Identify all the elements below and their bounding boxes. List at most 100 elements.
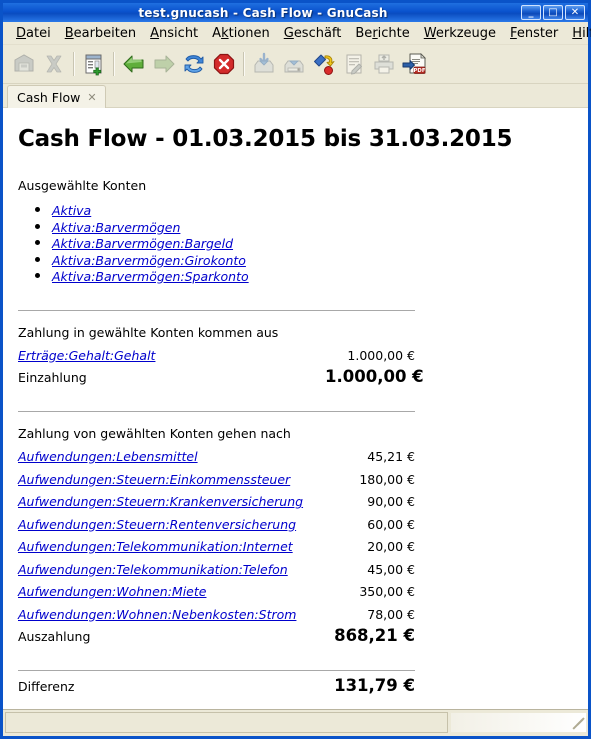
status-right-pane (451, 713, 586, 732)
toolbar-save-as-button[interactable] (279, 48, 309, 80)
save-as-icon (282, 52, 306, 76)
outflow-amount-cell: 78,00 € (367, 606, 415, 622)
menu-berichte-post: ichte (377, 25, 410, 41)
table-row: Aufwendungen:Lebensmittel 45,21 € (18, 446, 415, 469)
menu-werkzeuge[interactable]: Werkzeuge (417, 24, 503, 43)
menu-geschaeft-mnemonic: G (283, 25, 294, 41)
outflow-account-cell: Aufwendungen:Steuern:Krankenversicherung (18, 491, 325, 514)
maximize-button[interactable]: □ (543, 5, 563, 20)
menu-berichte[interactable]: Berichte (348, 24, 416, 43)
inflow-table: Erträge:Gehalt:Gehalt 1.000,00 € Einzahl… (18, 345, 424, 398)
close-button[interactable]: ✕ (565, 5, 585, 20)
outflow-total-row: Auszahlung 868,21 € (18, 626, 415, 656)
account-link[interactable]: Aufwendungen:Wohnen:Nebenkosten:Strom (18, 607, 296, 622)
table-row: Aufwendungen:Telekommunikation:Telefon 4… (18, 559, 415, 582)
account-link[interactable]: Aufwendungen:Telekommunikation:Internet (18, 539, 293, 554)
close-icon (43, 53, 65, 75)
divider-3-wrap (18, 670, 415, 671)
window-controls: _ □ ✕ (521, 5, 586, 20)
outflow-amount-cell: 45,21 € (367, 449, 415, 464)
svg-text:PDF: PDF (414, 68, 426, 74)
menu-ansicht-mnemonic: A (150, 25, 160, 41)
menu-geschaeft-post: eschäft (293, 25, 342, 41)
report-options-icon (312, 52, 336, 76)
account-link[interactable]: Aktiva:Barvermögen (52, 220, 180, 235)
report-view: Cash Flow - 01.03.2015 bis 31.03.2015 Au… (3, 108, 588, 709)
resize-grip-icon[interactable] (572, 717, 585, 731)
account-link[interactable]: Aufwendungen:Lebensmittel (18, 449, 198, 464)
menu-werkzeuge-mnemonic: W (423, 25, 436, 41)
minimize-button[interactable]: _ (521, 5, 541, 20)
selected-accounts-label: Ausgewählte Konten (18, 178, 147, 193)
inflow-total-amount: 1.000,00 € (325, 367, 424, 386)
inflow-heading: Zahlung in gewählte Konten kommen aus (18, 324, 279, 340)
toolbar-edit-report-button[interactable] (339, 48, 369, 80)
toolbar-reload-button[interactable] (179, 48, 209, 80)
toolbar-separator-2 (113, 52, 115, 76)
divider-1 (18, 309, 415, 311)
menu-aktionen[interactable]: Aktionen (205, 24, 277, 43)
edit-report-icon (342, 52, 366, 76)
back-arrow-icon (122, 53, 146, 75)
outflow-amount-cell: 180,00 € (359, 471, 415, 487)
list-item: Aktiva:Barvermögen (52, 219, 415, 236)
divider-1-wrap (18, 309, 415, 311)
menu-aktionen-post: tionen (228, 25, 270, 41)
account-link[interactable]: Aktiva:Barvermögen:Bargeld (52, 236, 233, 251)
account-link[interactable]: Aktiva:Barvermögen:Girokonto (52, 253, 246, 268)
account-link[interactable]: Aufwendungen:Steuern:Krankenversicherung (18, 494, 303, 509)
tab-close-icon[interactable]: ✕ (87, 92, 96, 103)
account-link[interactable]: Erträge:Gehalt:Gehalt (18, 348, 155, 363)
toolbar-back-button[interactable] (119, 48, 149, 80)
toolbar-stop-button[interactable] (209, 48, 239, 80)
outflow-account-cell: Aufwendungen:Steuern:Rentenversicherung (18, 514, 325, 537)
account-link[interactable]: Aufwendungen:Telekommunikation:Telefon (18, 562, 288, 577)
table-row: Aufwendungen:Steuern:Krankenversicherung… (18, 491, 415, 514)
account-link[interactable]: Aufwendungen:Wohnen:Miete (18, 584, 206, 599)
account-link[interactable]: Aktiva (52, 203, 91, 218)
account-link[interactable]: Aufwendungen:Steuern:Einkommenssteuer (18, 472, 290, 487)
table-row: Aufwendungen:Steuern:Rentenversicherung … (18, 514, 415, 537)
outflow-account-cell: Aufwendungen:Wohnen:Miete (18, 581, 325, 604)
tab-cash-flow[interactable]: Cash Flow ✕ (7, 85, 106, 108)
window-title: test.gnucash - Cash Flow - GnuCash (138, 5, 388, 20)
menu-aktionen-mnemonic: k (221, 25, 229, 41)
menu-hilfe[interactable]: Hilfe (565, 24, 591, 43)
list-item: Aktiva:Barvermögen:Sparkonto (52, 268, 415, 285)
account-link[interactable]: Aktiva:Barvermögen:Sparkonto (52, 269, 249, 284)
table-row: Aufwendungen:Steuern:Einkommenssteuer 18… (18, 469, 415, 492)
selected-accounts-list: Aktiva Aktiva:Barvermögen Aktiva:Barverm… (18, 202, 415, 285)
menu-geschaeft[interactable]: Geschäft (277, 24, 349, 43)
toolbar-export-pdf-button[interactable]: PDF (399, 48, 429, 80)
outflow-account-cell: Aufwendungen:Lebensmittel (18, 446, 325, 469)
menu-bearbeiten[interactable]: Bearbeiten (58, 24, 143, 43)
outflow-total-label: Auszahlung (18, 629, 91, 644)
toolbar-export-button[interactable] (249, 48, 279, 80)
account-link[interactable]: Aufwendungen:Steuern:Rentenversicherung (18, 517, 296, 532)
export-pdf-icon: PDF (401, 52, 427, 76)
toolbar-separator-1 (73, 52, 75, 76)
outflow-account-cell: Aufwendungen:Steuern:Einkommenssteuer (18, 469, 325, 492)
toolbar-print-button[interactable] (369, 48, 399, 80)
new-report-icon (82, 52, 106, 76)
toolbar-save-button[interactable] (9, 48, 39, 80)
toolbar-forward-button[interactable] (149, 48, 179, 80)
reload-icon (182, 53, 206, 75)
menu-ansicht[interactable]: Ansicht (143, 24, 205, 43)
outflow-total-amount: 868,21 € (334, 626, 415, 645)
menu-fenster[interactable]: Fenster (503, 24, 565, 43)
toolbar-close-button[interactable] (39, 48, 69, 80)
menu-hilfe-post: ilfe (582, 25, 591, 41)
toolbar-new-report-button[interactable] (79, 48, 109, 80)
list-item: Aktiva:Barvermögen:Bargeld (52, 235, 415, 252)
inflow-amount-cell: 1.000,00 € (347, 347, 415, 363)
tab-strip: Cash Flow ✕ (3, 84, 588, 108)
menu-bar: Datei Bearbeiten Ansicht Aktionen Geschä… (3, 22, 591, 45)
forward-arrow-icon (152, 53, 176, 75)
save-icon (12, 52, 36, 76)
menu-datei[interactable]: Datei (9, 24, 58, 43)
toolbar-report-options-button[interactable] (309, 48, 339, 80)
stop-icon (213, 53, 235, 75)
menu-aktionen-pre: A (212, 25, 222, 41)
menu-berichte-pre: Be (355, 25, 373, 41)
